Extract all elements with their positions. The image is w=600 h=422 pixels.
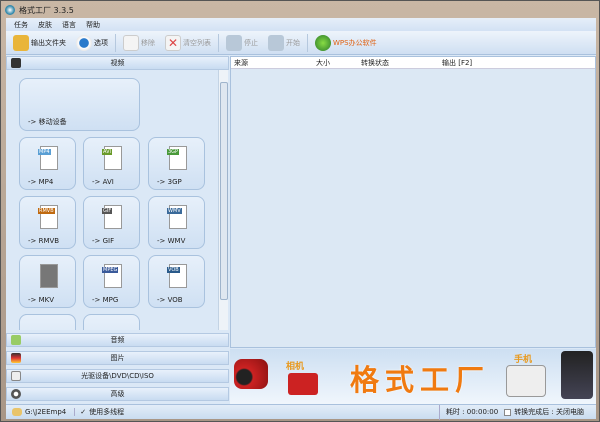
- format-tile[interactable]: WMV -> WMV: [148, 196, 205, 249]
- file-format-icon: GIF: [102, 205, 122, 229]
- stop-icon: [226, 34, 242, 51]
- smartphone-icon: [561, 351, 593, 399]
- format-badge: RMVB: [38, 208, 55, 214]
- folder-icon: [12, 408, 22, 416]
- start-button[interactable]: 开始: [265, 34, 303, 51]
- file-format-icon: WMV: [167, 205, 187, 229]
- format-badge: AVI: [102, 149, 112, 155]
- format-label: -> MPG: [92, 296, 119, 304]
- wps-button[interactable]: WPS办公软件: [312, 34, 380, 51]
- task-list-header: 来源 大小 转换状态 输出 [F2]: [231, 57, 595, 69]
- format-badge: GIF: [102, 208, 113, 214]
- phone-label: 手机: [514, 355, 533, 365]
- format-label: -> WMV: [157, 237, 186, 245]
- scrollbar[interactable]: [218, 70, 228, 330]
- video-format-grid: -> 移动设备 MP4 -> MP4 AVI -> AVI 3GP -> 3GP RMVB ->…: [6, 70, 229, 330]
- phone-icon: [506, 365, 546, 397]
- menu-language[interactable]: 语言: [62, 20, 76, 30]
- file-format-icon: [40, 264, 58, 288]
- format-tile[interactable]: 3GP -> 3GP: [148, 137, 205, 190]
- multithread-label: 使用多线程: [89, 408, 125, 416]
- format-tile[interactable]: RMVB -> RMVB: [19, 196, 76, 249]
- clear-list-button[interactable]: ✕ 清空列表: [162, 34, 214, 51]
- after-conversion-label: 转换完成后 : 关闭电脑: [514, 408, 584, 416]
- column-status[interactable]: 转换状态: [361, 58, 389, 68]
- camera-label: 相机: [286, 362, 305, 372]
- category-advanced[interactable]: 高级: [6, 387, 229, 401]
- category-rom[interactable]: 光驱设备\DVD\CD\ISO: [6, 369, 229, 383]
- remove-button[interactable]: 移除: [120, 34, 158, 51]
- output-path[interactable]: G:\J2EEmp4: [25, 408, 66, 416]
- file-format-icon: MPEG: [102, 264, 122, 288]
- remove-icon: [123, 34, 139, 51]
- format-tile[interactable]: -> MKV: [19, 255, 76, 308]
- format-label: -> 3GP: [157, 178, 182, 186]
- elapsed-time: 耗时 : 00:00:00: [438, 404, 498, 420]
- task-list[interactable]: 来源 大小 转换状态 输出 [F2]: [230, 56, 596, 348]
- window-title: 格式工厂 3.3.5: [19, 5, 74, 15]
- file-format-icon: 3GP: [167, 146, 187, 170]
- clear-icon: ✕: [165, 34, 181, 51]
- file-format-icon: MP4: [38, 146, 58, 170]
- output-folder-button[interactable]: 输出文件夹: [10, 34, 69, 51]
- stop-button[interactable]: 停止: [223, 34, 261, 51]
- format-tile[interactable]: -> 移动设备: [19, 78, 140, 131]
- format-label: -> MP4: [28, 178, 54, 186]
- format-badge: MPEG: [102, 267, 119, 273]
- options-button[interactable]: 选项: [73, 34, 111, 51]
- folder-icon: [13, 34, 29, 51]
- file-format-icon: AVI: [102, 146, 122, 170]
- format-tile[interactable]: GIF -> GIF: [83, 196, 140, 249]
- category-audio[interactable]: 音频: [6, 333, 229, 347]
- app-icon: [5, 5, 15, 15]
- format-badge: 3GP: [167, 149, 180, 155]
- options-icon: [76, 34, 92, 51]
- wps-icon: [315, 34, 331, 51]
- format-label: -> AVI: [92, 178, 114, 186]
- format-tile[interactable]: MPEG -> MPG: [83, 255, 140, 308]
- format-tile[interactable]: AVI -> AVI: [83, 137, 140, 190]
- separator: [307, 33, 308, 52]
- column-size[interactable]: 大小: [316, 58, 330, 68]
- menu-task[interactable]: 任务: [14, 20, 28, 30]
- banner: 相机 格式工厂 手机: [230, 349, 596, 404]
- format-tile[interactable]: [19, 314, 76, 330]
- category-panel: 视频 -> 移动设备 MP4 -> MP4 AVI -> AVI 3GP -> 3GP RMV…: [6, 56, 229, 404]
- shutdown-checkbox[interactable]: [504, 408, 512, 416]
- start-icon: [268, 34, 284, 51]
- multithread-checkbox[interactable]: ✓: [74, 408, 86, 416]
- title-bar: 格式工厂 3.3.5: [5, 3, 74, 17]
- format-badge: MP4: [38, 149, 51, 155]
- format-label: -> MKV: [28, 296, 55, 304]
- format-label: -> GIF: [92, 237, 115, 245]
- category-picture[interactable]: 图片: [6, 351, 229, 365]
- camera-icon: [288, 373, 318, 395]
- column-output[interactable]: 输出 [F2]: [442, 58, 472, 68]
- format-badge: VOB: [167, 267, 180, 273]
- format-label: -> VOB: [157, 296, 183, 304]
- menu-skin[interactable]: 皮肤: [38, 20, 52, 30]
- format-badge: WMV: [167, 208, 182, 214]
- column-source[interactable]: 来源: [234, 58, 248, 68]
- menu-help[interactable]: 帮助: [86, 20, 100, 30]
- scrollbar-thumb[interactable]: [220, 82, 228, 300]
- app-window: 格式工厂 3.3.5 任务 皮肤 语言 帮助 输出文件夹 选项 移除 ✕ 清空列表…: [0, 0, 600, 422]
- separator: [115, 33, 116, 52]
- separator: [218, 33, 219, 52]
- format-tile[interactable]: VOB -> VOB: [148, 255, 205, 308]
- menu-bar: 任务 皮肤 语言 帮助: [6, 18, 596, 31]
- format-label: -> 移动设备: [28, 118, 67, 126]
- file-format-icon: VOB: [167, 264, 187, 288]
- banner-logo: 格式工厂: [350, 363, 491, 397]
- camcorder-icon: [234, 359, 268, 389]
- toolbar: 输出文件夹 选项 移除 ✕ 清空列表 停止 开始 WPS办公软件: [6, 31, 596, 55]
- status-bar: G:\J2EEmp4 ✓ 使用多线程 耗时 : 00:00:00 转换完成后 :…: [6, 404, 596, 420]
- format-tile[interactable]: [83, 314, 140, 330]
- format-label: -> RMVB: [28, 237, 60, 245]
- file-format-icon: RMVB: [38, 205, 58, 229]
- category-video[interactable]: 视频: [6, 56, 229, 70]
- format-tile[interactable]: MP4 -> MP4: [19, 137, 76, 190]
